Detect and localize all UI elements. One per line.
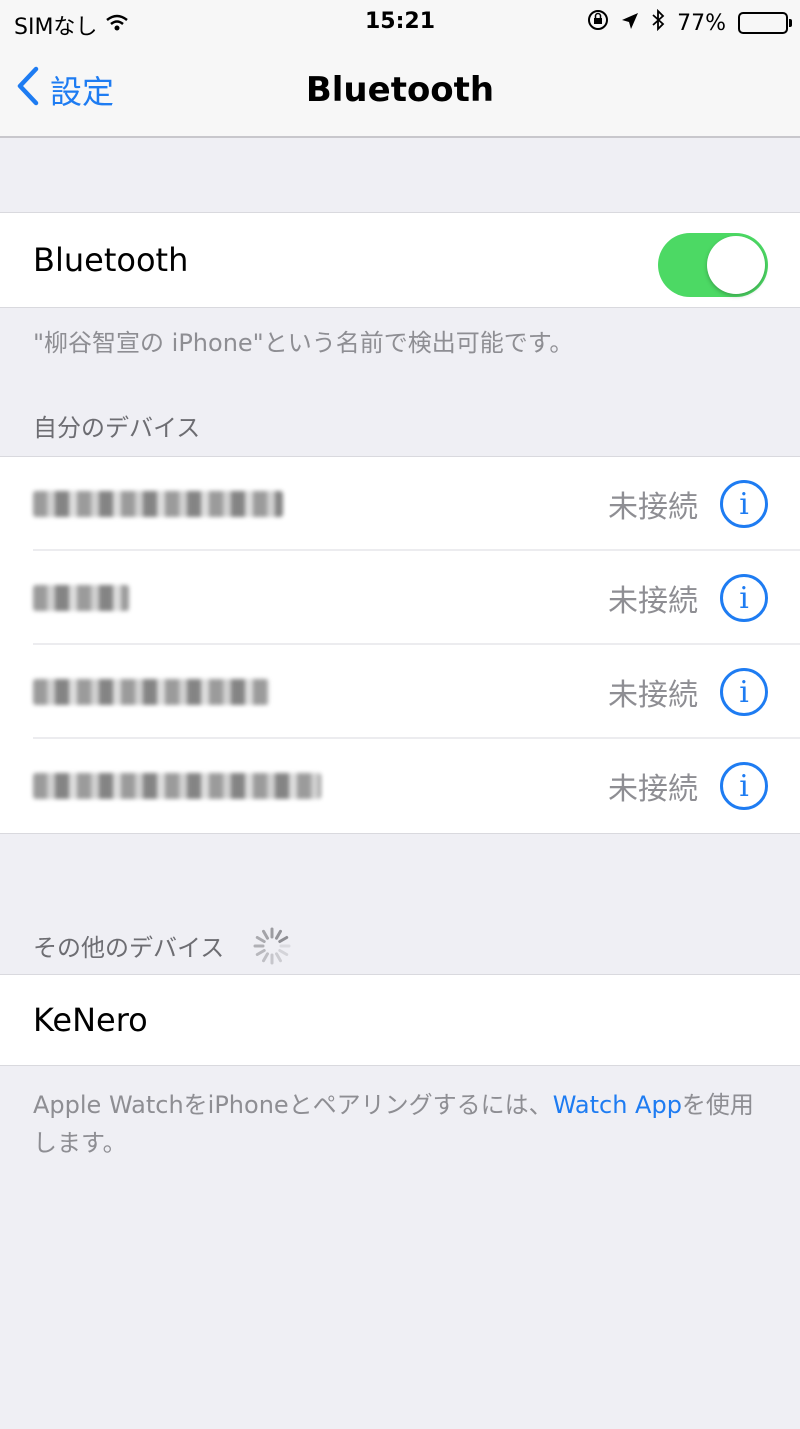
battery-percent: 77% (677, 10, 726, 36)
other-devices-header: その他のデバイス (33, 934, 225, 962)
device-row[interactable]: 未接続 i (0, 457, 800, 551)
device-name: KeNero (33, 1001, 148, 1039)
other-devices-header-row: その他のデバイス (33, 926, 292, 972)
device-status: 未接続 (608, 678, 698, 713)
device-row[interactable]: KeNero (0, 975, 800, 1065)
other-devices-list: KeNero (0, 974, 800, 1066)
device-name-redacted (33, 491, 283, 517)
my-devices-header: 自分のデバイス (33, 414, 201, 442)
device-status: 未接続 (608, 490, 698, 525)
bluetooth-label: Bluetooth (33, 241, 189, 279)
device-row[interactable]: 未接続 i (0, 551, 800, 645)
location-arrow-icon (621, 11, 639, 36)
loading-spinner-icon (252, 926, 292, 972)
device-status: 未接続 (608, 772, 698, 807)
status-bar: SIMなし 15:21 77% (0, 0, 800, 44)
battery-icon (738, 12, 792, 34)
device-status: 未接続 (608, 584, 698, 619)
watch-app-link[interactable]: Watch App (553, 1091, 682, 1119)
device-name-redacted (33, 679, 269, 705)
page-title: Bluetooth (305, 70, 495, 110)
device-name-redacted (33, 773, 321, 799)
orientation-lock-icon (587, 9, 609, 37)
device-row[interactable]: 未接続 i (0, 645, 800, 739)
my-devices-list: 未接続 i 未接続 i 未接続 i 未接続 i (0, 456, 800, 834)
bluetooth-toggle[interactable] (658, 233, 768, 297)
watch-pairing-note: Apple WatchをiPhoneとペアリングするには、Watch Appを使… (33, 1086, 773, 1162)
info-icon[interactable]: i (720, 574, 768, 622)
bluetooth-icon (651, 8, 665, 37)
bluetooth-cell: Bluetooth (0, 213, 800, 307)
footer-text-before: Apple WatchをiPhoneとペアリングするには、 (33, 1091, 553, 1119)
toggle-knob (707, 236, 765, 294)
device-row[interactable]: 未接続 i (0, 739, 800, 833)
device-name-redacted (33, 585, 129, 611)
navigation-bar: 設定 Bluetooth (0, 44, 800, 138)
info-icon[interactable]: i (720, 762, 768, 810)
discoverable-note: "柳谷智宣の iPhone"という名前で検出可能です。 (33, 329, 574, 357)
info-icon[interactable]: i (720, 668, 768, 716)
info-icon[interactable]: i (720, 480, 768, 528)
bluetooth-toggle-group: Bluetooth (0, 212, 800, 308)
status-right: 77% (587, 8, 792, 37)
